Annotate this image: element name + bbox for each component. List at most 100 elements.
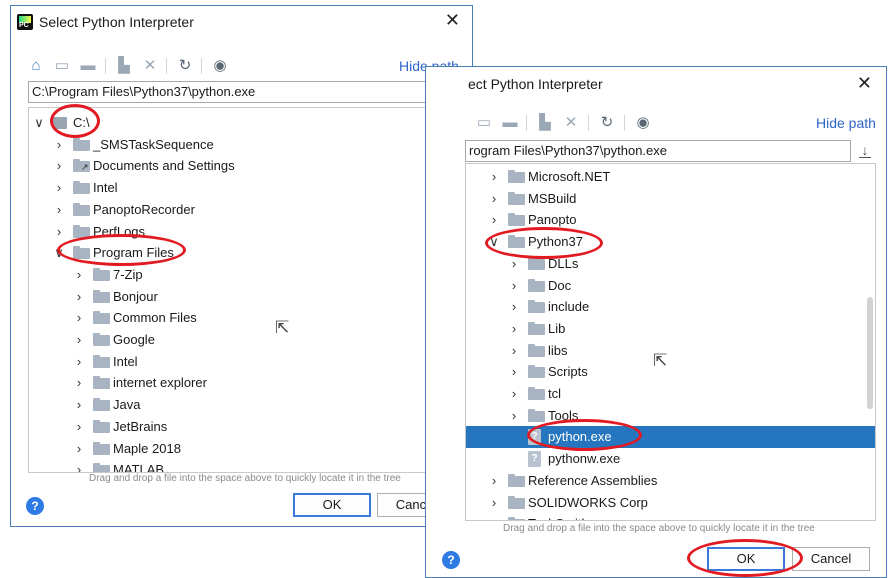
tree-item-label: Maple 2018 [113, 440, 181, 456]
help-button[interactable]: ? [442, 551, 460, 569]
chevron-right-icon[interactable]: › [508, 275, 520, 297]
tree-item[interactable]: › MATLAB [29, 459, 456, 472]
tree-item[interactable]: › Maple 2018 [29, 438, 456, 460]
chevron-right-icon[interactable]: › [488, 470, 500, 492]
tree-item[interactable]: › Panopto [466, 209, 875, 231]
show-hidden-icon[interactable]: ◉ [634, 114, 652, 132]
chevron-down-icon[interactable]: ∨ [488, 231, 500, 253]
tree-item[interactable]: ∨ Python37 [466, 231, 875, 253]
chevron-right-icon[interactable]: › [508, 340, 520, 362]
cancel-button[interactable]: Cancel [792, 547, 870, 571]
toolbar-separator [526, 115, 527, 131]
chevron-right-icon[interactable]: › [488, 209, 500, 231]
chevron-right-icon[interactable]: › [53, 177, 65, 199]
tree-item[interactable]: › Doc [466, 275, 875, 297]
chevron-right-icon[interactable]: › [508, 296, 520, 318]
folder-icon [528, 321, 545, 335]
chevron-right-icon[interactable]: › [53, 134, 65, 156]
file-tree[interactable]: › Microsoft.NET › MSBuild › Panopto ∨ Python37 ›… [465, 163, 876, 521]
tree-item[interactable]: › Tools [466, 405, 875, 427]
hide-path-link[interactable]: Hide path [816, 115, 876, 131]
chevron-right-icon[interactable]: › [508, 383, 520, 405]
tree-item[interactable]: › include [466, 296, 875, 318]
chevron-right-icon[interactable]: › [53, 221, 65, 243]
chevron-right-icon[interactable]: › [488, 188, 500, 210]
tree-item[interactable]: › PerfLogs [29, 221, 456, 243]
path-field[interactable]: rogram Files\Python37\python.exe [465, 140, 851, 162]
chevron-right-icon[interactable]: › [73, 372, 85, 394]
tree-item[interactable]: › Documents and Settings [29, 155, 456, 178]
refresh-icon[interactable]: ↻ [176, 57, 194, 75]
tree-item[interactable]: › Lib [466, 318, 875, 340]
tree-item[interactable]: › Microsoft.NET [466, 166, 875, 188]
tree-item[interactable]: › Intel [29, 177, 456, 199]
tree-item[interactable]: › Common Files [29, 307, 456, 329]
chevron-right-icon[interactable]: › [488, 166, 500, 188]
tree-item[interactable]: › Java [29, 394, 456, 416]
chevron-right-icon[interactable]: › [488, 492, 500, 514]
chevron-down-icon[interactable]: ∨ [33, 112, 45, 134]
chevron-right-icon[interactable]: › [508, 318, 520, 340]
tree-item[interactable]: › MSBuild [466, 188, 875, 210]
path-field[interactable]: C:\Program Files\Python37\python.exe [28, 81, 436, 103]
tree-item[interactable]: › internet explorer [29, 372, 456, 394]
tree-item[interactable]: › SOLIDWORKS Corp [466, 492, 875, 514]
chevron-right-icon[interactable]: › [73, 307, 85, 329]
chevron-right-icon[interactable]: › [53, 155, 65, 177]
project-folder-icon[interactable]: ▬ [501, 114, 519, 132]
refresh-icon[interactable]: ↻ [598, 114, 616, 132]
new-folder-icon[interactable]: ▙ [536, 114, 554, 132]
chevron-right-icon[interactable]: › [53, 199, 65, 221]
chevron-right-icon[interactable]: › [73, 264, 85, 286]
tree-item[interactable]: › Bonjour [29, 286, 456, 308]
chevron-down-icon[interactable]: ∨ [53, 242, 65, 264]
folder-icon [508, 473, 525, 487]
chevron-right-icon[interactable]: › [488, 513, 500, 520]
tree-item[interactable]: › PanoptoRecorder [29, 199, 456, 221]
close-icon[interactable]: ✕ [857, 73, 872, 94]
chevron-right-icon[interactable]: › [73, 438, 85, 460]
tree-item[interactable]: ∨ C:\ [29, 112, 456, 134]
home-icon[interactable]: ⌂ [27, 57, 45, 75]
chevron-right-icon[interactable]: › [73, 394, 85, 416]
tree-item[interactable]: › TechSmith [466, 513, 875, 520]
tree-item[interactable]: › 7-Zip [29, 264, 456, 286]
tree-item-label: Program Files [93, 245, 174, 261]
chevron-right-icon[interactable]: › [73, 459, 85, 472]
chevron-right-icon[interactable]: › [73, 286, 85, 308]
tree-item[interactable]: › tcl [466, 383, 875, 405]
project-folder-icon[interactable]: ▬ [79, 57, 97, 75]
tree-item-label: pythonw.exe [548, 451, 621, 467]
new-folder-icon[interactable]: ▙ [115, 57, 133, 75]
folder-icon [528, 387, 545, 400]
tree-item-label: 7-Zip [113, 266, 143, 282]
tree-item[interactable]: ∨ Program Files [29, 242, 456, 264]
desktop-icon[interactable]: ▭ [53, 57, 71, 75]
delete-icon[interactable]: ✕ [562, 114, 580, 132]
chevron-right-icon[interactable]: › [73, 416, 85, 438]
tree-item[interactable]: › Google [29, 329, 456, 351]
download-icon[interactable]: ↓ [858, 142, 872, 160]
ok-button[interactable]: OK [707, 547, 785, 571]
tree-item[interactable]: › JetBrains [29, 416, 456, 438]
chevron-right-icon[interactable]: › [508, 253, 520, 275]
chevron-right-icon[interactable]: › [73, 351, 85, 373]
tree-item[interactable]: › libs [466, 340, 875, 362]
chevron-right-icon[interactable]: › [508, 405, 520, 427]
tree-item[interactable]: › DLLs [466, 253, 875, 275]
tree-item[interactable]: › Scripts [466, 361, 875, 383]
tree-item[interactable]: › Reference Assemblies [466, 470, 875, 492]
tree-item[interactable]: pythonw.exe [466, 448, 875, 470]
help-button[interactable]: ? [26, 497, 44, 515]
tree-item[interactable]: python.exe [466, 426, 875, 449]
close-icon[interactable]: ✕ [445, 10, 460, 31]
ok-button[interactable]: OK [293, 493, 371, 517]
chevron-right-icon[interactable]: › [73, 329, 85, 351]
delete-icon[interactable]: ✕ [141, 57, 159, 75]
tree-item[interactable]: › Intel [29, 351, 456, 373]
tree-item[interactable]: › _SMSTaskSequence [29, 134, 456, 156]
file-tree[interactable]: ∨ C:\ › _SMSTaskSequence › Documents and Sett… [28, 107, 457, 473]
show-hidden-icon[interactable]: ◉ [211, 57, 229, 75]
desktop-icon[interactable]: ▭ [475, 114, 493, 132]
chevron-right-icon[interactable]: › [508, 361, 520, 383]
